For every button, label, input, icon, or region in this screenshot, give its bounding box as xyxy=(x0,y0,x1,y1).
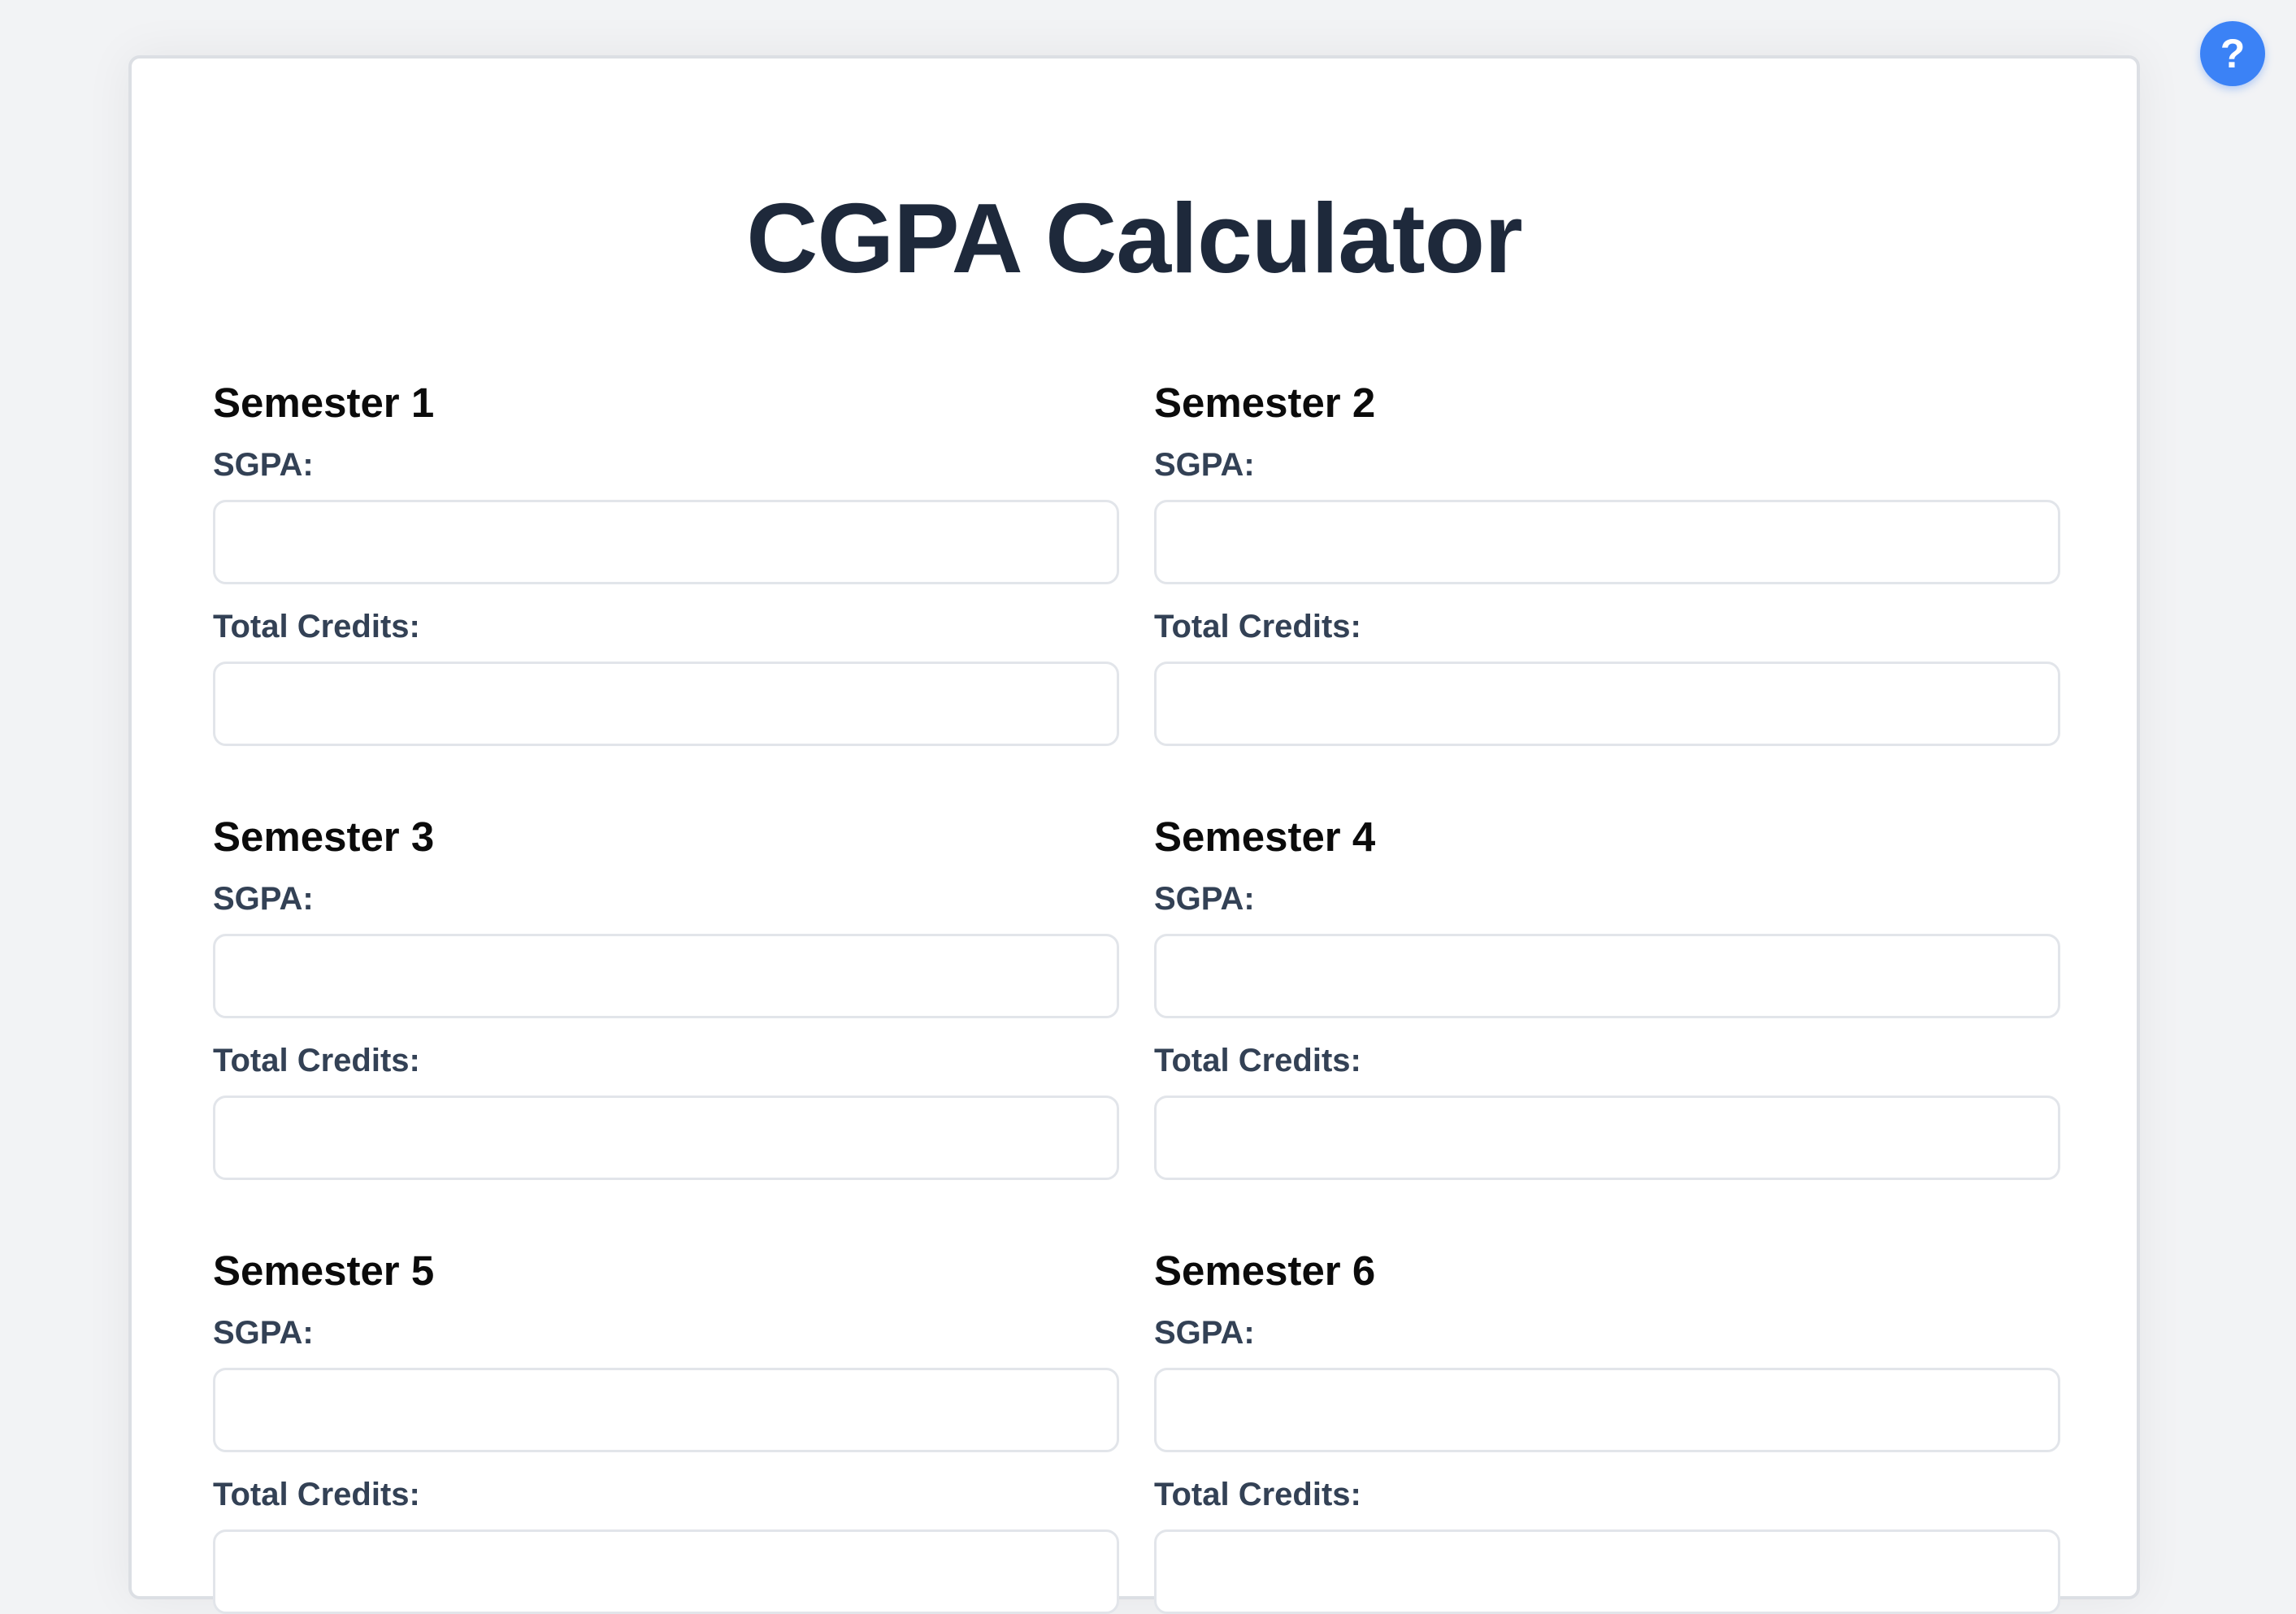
sgpa-input[interactable] xyxy=(213,1368,1119,1452)
total-credits-label: Total Credits: xyxy=(213,609,420,644)
semester-4: Semester 4 SGPA: Total Credits: xyxy=(1154,814,2060,1180)
semester-heading: Semester 6 xyxy=(1154,1247,1376,1294)
sgpa-label: SGPA: xyxy=(213,447,314,483)
total-credits-input[interactable] xyxy=(213,1096,1119,1180)
total-credits-input[interactable] xyxy=(1154,1096,2060,1180)
semester-heading: Semester 2 xyxy=(1154,380,1376,426)
sgpa-input[interactable] xyxy=(1154,1368,2060,1452)
semester-heading: Semester 5 xyxy=(213,1247,435,1294)
semester-1: Semester 1 SGPA: Total Credits: xyxy=(213,380,1119,746)
total-credits-label: Total Credits: xyxy=(1154,1043,1361,1078)
question-mark-icon: ? xyxy=(2220,31,2246,76)
sgpa-label: SGPA: xyxy=(213,1315,314,1351)
help-button[interactable]: ? xyxy=(2200,21,2265,86)
semester-heading: Semester 3 xyxy=(213,814,435,860)
sgpa-label: SGPA: xyxy=(1154,881,1255,917)
sgpa-label: SGPA: xyxy=(213,881,314,917)
semester-6: Semester 6 SGPA: Total Credits: xyxy=(1154,1247,2060,1614)
semester-grid: Semester 1 SGPA: Total Credits: Semester… xyxy=(213,380,2060,1614)
total-credits-input[interactable] xyxy=(1154,662,2060,746)
total-credits-input[interactable] xyxy=(1154,1529,2060,1614)
total-credits-input[interactable] xyxy=(213,662,1119,746)
semester-heading: Semester 4 xyxy=(1154,814,1376,860)
total-credits-label: Total Credits: xyxy=(213,1043,420,1078)
sgpa-input[interactable] xyxy=(213,500,1119,584)
total-credits-label: Total Credits: xyxy=(1154,1477,1361,1512)
sgpa-input[interactable] xyxy=(1154,500,2060,584)
semester-heading: Semester 1 xyxy=(213,380,435,426)
total-credits-input[interactable] xyxy=(213,1529,1119,1614)
semester-5: Semester 5 SGPA: Total Credits: xyxy=(213,1247,1119,1614)
sgpa-input[interactable] xyxy=(1154,934,2060,1018)
semester-3: Semester 3 SGPA: Total Credits: xyxy=(213,814,1119,1180)
calculator-card: CGPA Calculator Semester 1 SGPA: Total C… xyxy=(128,55,2140,1614)
total-credits-label: Total Credits: xyxy=(1154,609,1361,644)
semester-2: Semester 2 SGPA: Total Credits: xyxy=(1154,380,2060,746)
page-title: CGPA Calculator xyxy=(746,183,1522,293)
total-credits-label: Total Credits: xyxy=(213,1477,420,1512)
sgpa-input[interactable] xyxy=(213,934,1119,1018)
sgpa-label: SGPA: xyxy=(1154,447,1255,483)
sgpa-label: SGPA: xyxy=(1154,1315,1255,1351)
